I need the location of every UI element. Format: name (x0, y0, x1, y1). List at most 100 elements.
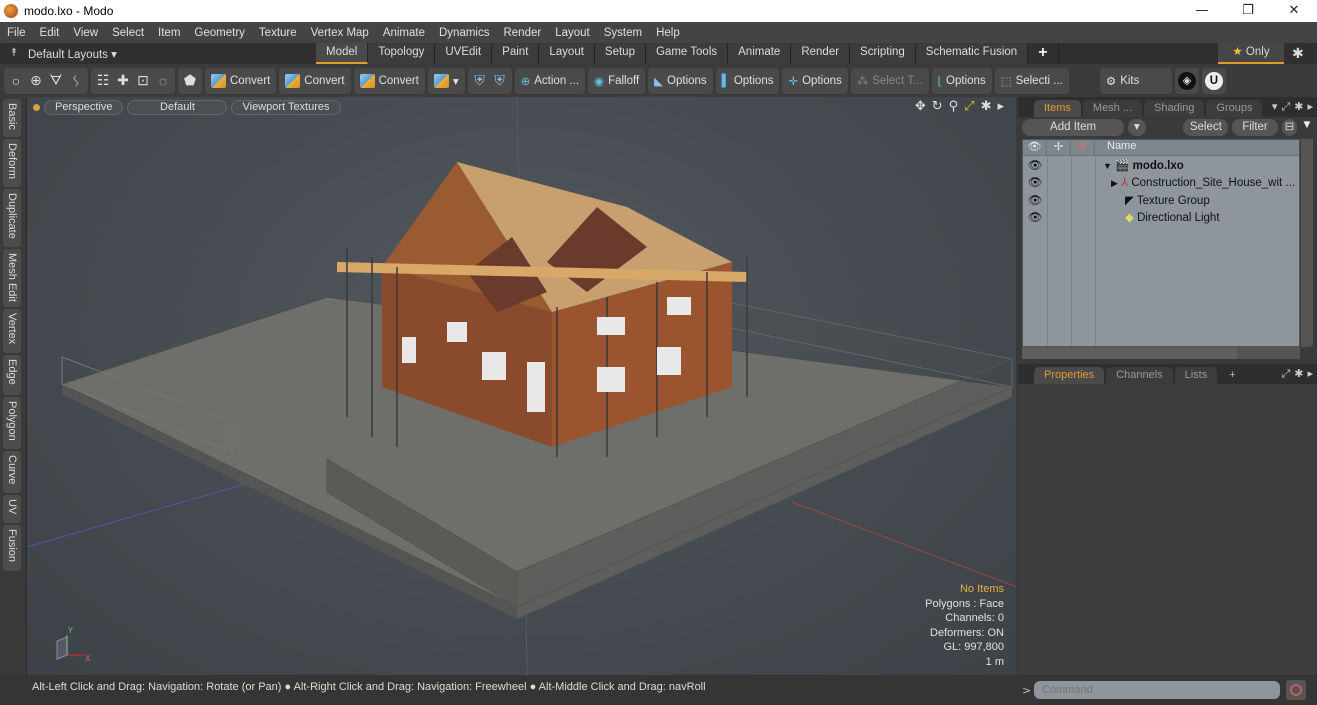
add-layout-tab-button[interactable]: + (1028, 43, 1059, 64)
menu-item[interactable]: Item (151, 27, 187, 39)
side-tab-uv[interactable]: UV (3, 495, 21, 523)
menu-layout[interactable]: Layout (548, 27, 597, 39)
menu-animate[interactable]: Animate (376, 27, 432, 39)
pin-icon[interactable]: ⯭ (0, 47, 28, 60)
mesh-dropdown[interactable]: ▾ (427, 67, 465, 94)
tab-mesh[interactable]: Mesh ... (1082, 100, 1143, 117)
tab-shading[interactable]: Shading (1144, 100, 1205, 117)
symmetry-icon[interactable]: ⛨ (471, 72, 489, 90)
filter-button[interactable]: Filter (1232, 119, 1278, 136)
restore-button[interactable]: ❐ (1225, 0, 1271, 22)
expand-icon[interactable]: ⤢ (1281, 367, 1290, 381)
side-tab-fusion[interactable]: Fusion (3, 525, 21, 571)
eye-icon[interactable]: 👁 (1023, 175, 1047, 189)
menu-system[interactable]: System (597, 27, 649, 39)
chevron-down-icon[interactable]: ▾ (1272, 100, 1278, 114)
falloff-button[interactable]: ◉ Falloff (588, 67, 646, 94)
tab-scripting[interactable]: Scripting (850, 43, 916, 64)
zoom-icon[interactable]: ⚲ (949, 99, 959, 114)
select-button[interactable]: Select (1183, 119, 1229, 136)
tab-model[interactable]: Model (316, 43, 369, 64)
view-mode-button[interactable]: Perspective (44, 99, 124, 115)
eye-icon[interactable]: 👁 (1023, 210, 1047, 224)
gear-icon[interactable]: ✱ (1294, 367, 1303, 381)
viewport-textures-button[interactable]: Viewport Textures (231, 99, 341, 115)
edges-mode-icon[interactable]: ⊕ (27, 72, 45, 90)
menu-edit[interactable]: Edit (33, 27, 67, 39)
chevron-right-icon[interactable]: ▸ (997, 99, 1004, 114)
list-item[interactable]: 👁 ◤ Texture Group (1023, 191, 1299, 209)
materials-mode-icon[interactable]: ✚ (114, 72, 132, 90)
convert-button-2[interactable]: Convert (279, 67, 351, 94)
chevron-right-icon[interactable]: ▸ (1307, 367, 1313, 381)
action-center-button[interactable]: ⊕ Action ... (514, 67, 586, 94)
expand-arrow-icon[interactable]: ▼ (1103, 161, 1112, 171)
side-tab-mesh-edit[interactable]: Mesh Edit (3, 249, 21, 307)
side-tab-basic[interactable]: Basic (3, 99, 21, 137)
expand-icon[interactable]: ⤢ (1281, 100, 1290, 114)
tab-properties[interactable]: Properties (1034, 367, 1105, 384)
tab-topology[interactable]: Topology (368, 43, 436, 64)
menu-dynamics[interactable]: Dynamics (432, 27, 496, 39)
only-toggle[interactable]: ★ Only (1218, 43, 1284, 64)
record-button[interactable] (1286, 680, 1306, 700)
item-list-vertical-scrollbar[interactable] (1301, 139, 1313, 347)
options-button-3[interactable]: ✛ Options (782, 67, 848, 94)
menu-file[interactable]: File (0, 27, 33, 39)
menu-render[interactable]: Render (496, 27, 548, 39)
convert-button-3[interactable]: Convert (353, 67, 425, 94)
close-button[interactable]: ✕ (1271, 0, 1317, 22)
snapping-icon[interactable]: ⛨ (491, 72, 509, 90)
tab-game-tools[interactable]: Game Tools (645, 43, 729, 64)
menu-help[interactable]: Help (649, 27, 687, 39)
rotate-icon[interactable]: ↻ (932, 99, 943, 114)
tab-render[interactable]: Render (791, 43, 851, 64)
unreal-button[interactable]: U (1201, 67, 1226, 94)
gear-icon[interactable]: ✱ (1292, 45, 1304, 62)
pan-icon[interactable]: ✥ (915, 99, 926, 114)
tab-layout[interactable]: Layout (539, 43, 595, 64)
viewport-settings-icon[interactable]: ✱ (981, 99, 992, 114)
tab-schematic-fusion[interactable]: Schematic Fusion (915, 43, 1029, 64)
side-tab-edge[interactable]: Edge (3, 355, 21, 395)
side-tab-polygon[interactable]: Polygon (3, 397, 21, 449)
add-item-dropdown[interactable]: ▾ (1128, 119, 1146, 136)
menu-geometry[interactable]: Geometry (187, 27, 252, 39)
menu-texture[interactable]: Texture (252, 27, 304, 39)
list-item[interactable]: 👁 ▼ 🎬 modo.lxo (1023, 156, 1299, 174)
options-button-4[interactable]: ⌊ Options (931, 67, 992, 94)
item-list-horizontal-scrollbar[interactable] (1022, 347, 1300, 359)
eye-icon[interactable]: 👁 (1023, 193, 1047, 207)
convert-button-1[interactable]: Convert (205, 67, 277, 94)
list-item[interactable]: 👁 ▶ ⅄ Construction_Site_House_wit ... (1023, 174, 1299, 192)
expand-arrow-icon[interactable]: ▶ (1111, 178, 1118, 188)
tab-groups[interactable]: Groups (1206, 100, 1263, 117)
menu-view[interactable]: View (66, 27, 105, 39)
viewport-indicator-icon[interactable] (33, 103, 40, 111)
gear-icon[interactable]: ✱ (1294, 100, 1303, 114)
add-item-button[interactable]: Add Item (1022, 119, 1125, 136)
default-layouts-dropdown[interactable]: Default Layouts ▾ (28, 47, 316, 61)
tab-paint[interactable]: Paint (492, 43, 540, 64)
side-tab-deform[interactable]: Deform (3, 139, 21, 187)
pivot-mode-icon[interactable]: ⊡ (134, 72, 152, 90)
items-mode-icon[interactable]: ☷ (94, 72, 112, 90)
tab-setup[interactable]: Setup (594, 43, 646, 64)
name-column-header[interactable]: Name (1095, 140, 1299, 155)
unity-button[interactable]: ◈ (1174, 67, 1199, 94)
menu-select[interactable]: Select (105, 27, 151, 39)
eye-icon[interactable]: 👁 (1023, 158, 1047, 172)
tab-channels[interactable]: Channels (1106, 367, 1173, 384)
shading-mode-button[interactable]: Default (127, 99, 228, 115)
shield-button[interactable]: ⬟ (178, 67, 202, 94)
type-column-icon[interactable]: ⟁ (1071, 140, 1095, 155)
side-tab-duplicate[interactable]: Duplicate (3, 189, 21, 247)
vertices-mode-icon[interactable]: ○ (7, 72, 25, 90)
kits-button[interactable]: ⚙ Kits (1099, 67, 1172, 94)
list-item[interactable]: 👁 ◆ Directional Light (1023, 209, 1299, 227)
menu-vertex-map[interactable]: Vertex Map (304, 27, 376, 39)
3d-viewport[interactable]: Perspective Default Viewport Textures ✥ … (26, 97, 1016, 675)
center-mode-icon[interactable]: ◌ (154, 72, 172, 90)
minimize-button[interactable]: — (1179, 0, 1225, 22)
options-button-2[interactable]: ▌ Options (715, 67, 780, 94)
